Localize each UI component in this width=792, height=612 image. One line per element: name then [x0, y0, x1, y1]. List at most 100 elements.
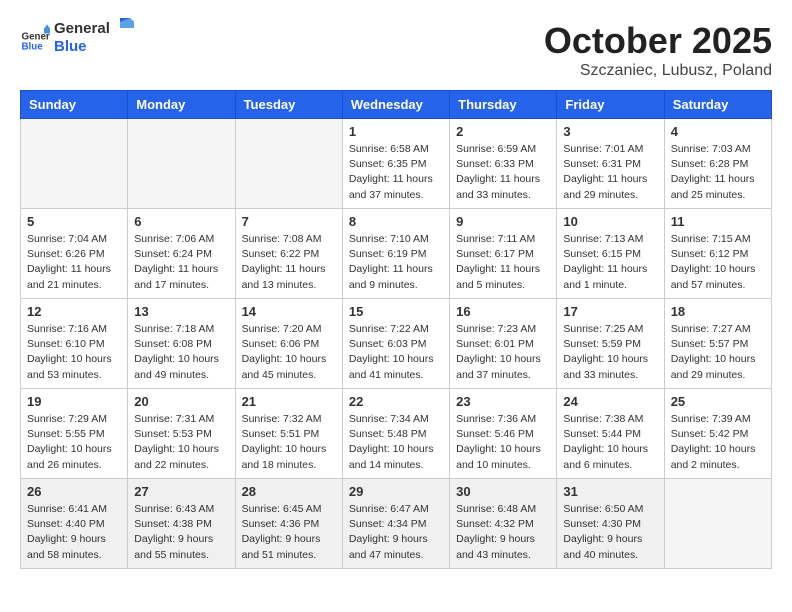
day-number: 7: [242, 214, 336, 229]
logo-blue-text: Blue: [54, 38, 110, 56]
logo-general-text: General: [54, 20, 110, 38]
calendar-cell: 18 Sunrise: 7:27 AM Sunset: 5:57 PM Dayli…: [664, 299, 771, 389]
day-info: Sunrise: 7:04 AM Sunset: 6:26 PM Dayligh…: [27, 232, 121, 293]
week-row-2: 5 Sunrise: 7:04 AM Sunset: 6:26 PM Daylig…: [21, 209, 772, 299]
day-info: Sunrise: 7:23 AM Sunset: 6:01 PM Dayligh…: [456, 322, 550, 383]
page-header: General Blue General Blue October 2025 S…: [20, 20, 772, 80]
day-info: Sunrise: 7:11 AM Sunset: 6:17 PM Dayligh…: [456, 232, 550, 293]
logo-chevron-icon: [112, 18, 134, 40]
calendar-cell: 2 Sunrise: 6:59 AM Sunset: 6:33 PM Daylig…: [450, 119, 557, 209]
day-info: Sunrise: 6:45 AM Sunset: 4:36 PM Dayligh…: [242, 502, 336, 563]
calendar-cell: 5 Sunrise: 7:04 AM Sunset: 6:26 PM Daylig…: [21, 209, 128, 299]
day-info: Sunrise: 6:50 AM Sunset: 4:30 PM Dayligh…: [563, 502, 657, 563]
day-number: 27: [134, 484, 228, 499]
calendar-cell: 3Sunrise: 7:01 AM Sunset: 6:31 PM Daylig…: [557, 119, 664, 209]
calendar-cell: [235, 119, 342, 209]
day-info: Sunrise: 6:58 AM Sunset: 6:35 PM Dayligh…: [349, 142, 443, 203]
calendar-cell: 14Sunrise: 7:20 AM Sunset: 6:06 PM Dayli…: [235, 299, 342, 389]
day-info: Sunrise: 7:22 AM Sunset: 6:03 PM Dayligh…: [349, 322, 443, 383]
calendar-cell: 27 Sunrise: 6:43 AM Sunset: 4:38 PM Dayli…: [128, 479, 235, 569]
day-number: 30: [456, 484, 550, 499]
calendar-cell: 26Sunrise: 6:41 AM Sunset: 4:40 PM Dayli…: [21, 479, 128, 569]
calendar-cell: 6Sunrise: 7:06 AM Sunset: 6:24 PM Daylig…: [128, 209, 235, 299]
week-row-5: 26Sunrise: 6:41 AM Sunset: 4:40 PM Dayli…: [21, 479, 772, 569]
day-info: Sunrise: 7:36 AM Sunset: 5:46 PM Dayligh…: [456, 412, 550, 473]
day-number: 29: [349, 484, 443, 499]
day-number: 9: [456, 214, 550, 229]
calendar-cell: 28 Sunrise: 6:45 AM Sunset: 4:36 PM Dayli…: [235, 479, 342, 569]
day-info: Sunrise: 7:34 AM Sunset: 5:48 PM Dayligh…: [349, 412, 443, 473]
day-info: Sunrise: 7:16 AM Sunset: 6:10 PM Dayligh…: [27, 322, 121, 383]
day-info: Sunrise: 6:59 AM Sunset: 6:33 PM Dayligh…: [456, 142, 550, 203]
day-info: Sunrise: 7:39 AM Sunset: 5:42 PM Dayligh…: [671, 412, 765, 473]
weekday-header-friday: Friday: [557, 91, 664, 119]
day-info: Sunrise: 7:18 AM Sunset: 6:08 PM Dayligh…: [134, 322, 228, 383]
day-number: 4: [671, 124, 765, 139]
day-number: 28: [242, 484, 336, 499]
day-number: 14: [242, 304, 336, 319]
day-number: 5: [27, 214, 121, 229]
day-info: Sunrise: 7:03 AM Sunset: 6:28 PM Dayligh…: [671, 142, 765, 203]
day-info: Sunrise: 7:27 AM Sunset: 5:57 PM Dayligh…: [671, 322, 765, 383]
day-number: 12: [27, 304, 121, 319]
day-number: 20: [134, 394, 228, 409]
calendar-cell: 31 Sunrise: 6:50 AM Sunset: 4:30 PM Dayli…: [557, 479, 664, 569]
weekday-header-row: SundayMondayTuesdayWednesdayThursdayFrid…: [21, 91, 772, 119]
day-number: 16: [456, 304, 550, 319]
day-number: 10: [563, 214, 657, 229]
day-info: Sunrise: 7:15 AM Sunset: 6:12 PM Dayligh…: [671, 232, 765, 293]
calendar-cell: 23Sunrise: 7:36 AM Sunset: 5:46 PM Dayli…: [450, 389, 557, 479]
weekday-header-saturday: Saturday: [664, 91, 771, 119]
calendar-cell: 16 Sunrise: 7:23 AM Sunset: 6:01 PM Dayli…: [450, 299, 557, 389]
day-number: 2: [456, 124, 550, 139]
weekday-header-monday: Monday: [128, 91, 235, 119]
day-info: Sunrise: 6:48 AM Sunset: 4:32 PM Dayligh…: [456, 502, 550, 563]
day-number: 13: [134, 304, 228, 319]
day-number: 17: [563, 304, 657, 319]
calendar-cell: 11 Sunrise: 7:15 AM Sunset: 6:12 PM Dayli…: [664, 209, 771, 299]
day-info: Sunrise: 7:32 AM Sunset: 5:51 PM Dayligh…: [242, 412, 336, 473]
day-number: 25: [671, 394, 765, 409]
calendar-table: SundayMondayTuesdayWednesdayThursdayFrid…: [20, 90, 772, 569]
calendar-cell: 1 Sunrise: 6:58 AM Sunset: 6:35 PM Daylig…: [342, 119, 449, 209]
calendar-cell: 19Sunrise: 7:29 AM Sunset: 5:55 PM Dayli…: [21, 389, 128, 479]
day-number: 18: [671, 304, 765, 319]
day-info: Sunrise: 7:31 AM Sunset: 5:53 PM Dayligh…: [134, 412, 228, 473]
day-number: 6: [134, 214, 228, 229]
calendar-cell: 13 Sunrise: 7:18 AM Sunset: 6:08 PM Dayli…: [128, 299, 235, 389]
day-number: 8: [349, 214, 443, 229]
calendar-cell: 25 Sunrise: 7:39 AM Sunset: 5:42 PM Dayli…: [664, 389, 771, 479]
weekday-header-tuesday: Tuesday: [235, 91, 342, 119]
calendar-cell: 15 Sunrise: 7:22 AM Sunset: 6:03 PM Dayli…: [342, 299, 449, 389]
day-info: Sunrise: 7:29 AM Sunset: 5:55 PM Dayligh…: [27, 412, 121, 473]
day-info: Sunrise: 7:25 AM Sunset: 5:59 PM Dayligh…: [563, 322, 657, 383]
calendar-cell: 12 Sunrise: 7:16 AM Sunset: 6:10 PM Dayli…: [21, 299, 128, 389]
logo-icon: General Blue: [20, 23, 50, 53]
day-info: Sunrise: 7:10 AM Sunset: 6:19 PM Dayligh…: [349, 232, 443, 293]
day-number: 21: [242, 394, 336, 409]
calendar-cell: 7Sunrise: 7:08 AM Sunset: 6:22 PM Daylig…: [235, 209, 342, 299]
week-row-3: 12 Sunrise: 7:16 AM Sunset: 6:10 PM Dayli…: [21, 299, 772, 389]
calendar-cell: 4 Sunrise: 7:03 AM Sunset: 6:28 PM Daylig…: [664, 119, 771, 209]
title-block: October 2025 Szczaniec, Lubusz, Poland: [544, 20, 772, 80]
day-number: 22: [349, 394, 443, 409]
calendar-cell: 9 Sunrise: 7:11 AM Sunset: 6:17 PM Daylig…: [450, 209, 557, 299]
svg-text:Blue: Blue: [22, 41, 44, 52]
week-row-4: 19Sunrise: 7:29 AM Sunset: 5:55 PM Dayli…: [21, 389, 772, 479]
calendar-cell: [128, 119, 235, 209]
month-title: October 2025: [544, 20, 772, 62]
day-info: Sunrise: 6:43 AM Sunset: 4:38 PM Dayligh…: [134, 502, 228, 563]
day-number: 11: [671, 214, 765, 229]
week-row-1: 1 Sunrise: 6:58 AM Sunset: 6:35 PM Daylig…: [21, 119, 772, 209]
calendar-cell: 30 Sunrise: 6:48 AM Sunset: 4:32 PM Dayli…: [450, 479, 557, 569]
logo: General Blue General Blue: [20, 20, 134, 56]
day-info: Sunrise: 6:47 AM Sunset: 4:34 PM Dayligh…: [349, 502, 443, 563]
calendar-cell: 17 Sunrise: 7:25 AM Sunset: 5:59 PM Dayli…: [557, 299, 664, 389]
day-number: 1: [349, 124, 443, 139]
day-info: Sunrise: 7:01 AM Sunset: 6:31 PM Dayligh…: [563, 142, 657, 203]
day-number: 15: [349, 304, 443, 319]
day-number: 31: [563, 484, 657, 499]
calendar-cell: [21, 119, 128, 209]
calendar-cell: 20 Sunrise: 7:31 AM Sunset: 5:53 PM Dayli…: [128, 389, 235, 479]
location: Szczaniec, Lubusz, Poland: [544, 62, 772, 80]
